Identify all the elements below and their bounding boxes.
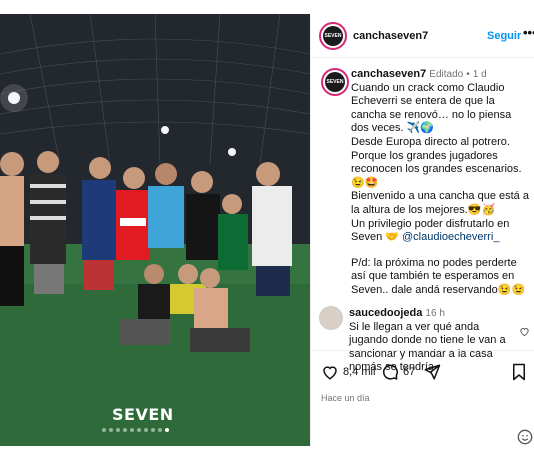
emoji-icon[interactable]: [517, 429, 533, 445]
share-icon[interactable]: [423, 363, 441, 381]
post-photo[interactable]: SEVEN: [0, 14, 310, 446]
comment-avatar[interactable]: [319, 306, 343, 330]
edited-label: Editado: [429, 69, 464, 80]
carousel-dot[interactable]: [130, 428, 134, 432]
carousel-dot[interactable]: [165, 428, 169, 432]
comment-action[interactable]: 67: [381, 363, 415, 381]
carousel-dot[interactable]: [102, 428, 106, 432]
header-username[interactable]: canchaseven7: [353, 30, 428, 42]
avatar-logo: SEVEN: [323, 26, 343, 46]
caption-line-1: Cuando un crack como Claudio Echeverri s…: [351, 81, 512, 135]
carousel-dot[interactable]: [123, 428, 127, 432]
post-header: SEVEN canchaseven7 Seguir •••: [311, 14, 534, 58]
comment-like-heart-icon[interactable]: [519, 326, 530, 337]
caption-ps: P/d: la próxima no podes perderte así qu…: [351, 256, 526, 296]
caption: canchaseven7 Editado • 1 d Cuando un cra…: [351, 68, 531, 298]
save-bookmark-icon[interactable]: [511, 363, 527, 381]
post-side-panel: SEVEN canchaseven7 Seguir ••• SEVEN canc…: [310, 14, 534, 446]
caption-avatar-logo: SEVEN: [325, 72, 345, 92]
carousel-dot[interactable]: [116, 428, 120, 432]
more-options-icon[interactable]: •••: [523, 25, 534, 40]
caption-line-3: Porque los grandes jugadores reconocen l…: [351, 149, 522, 189]
carousel-dot[interactable]: [151, 428, 155, 432]
instagram-post: SEVEN SEVEN canchaseven7 Seguir ••• SEVE…: [0, 14, 534, 446]
likes-count: 8,4 mil: [343, 366, 376, 378]
carousel-dot[interactable]: [144, 428, 148, 432]
carousel-dot[interactable]: [137, 428, 141, 432]
carousel-dot[interactable]: [109, 428, 113, 432]
follow-button[interactable]: Seguir: [487, 30, 521, 42]
caption-time: 1 d: [472, 69, 487, 80]
post-time-ago: Hace un día: [321, 393, 370, 403]
seven-logo: SEVEN: [112, 405, 174, 424]
carousel-dots: [102, 428, 169, 432]
mention-link[interactable]: @claudioecheverri_: [402, 231, 499, 243]
team-photo-illustration: [0, 14, 310, 446]
comment-username[interactable]: saucedoojeda: [349, 307, 422, 319]
comments-count: 67: [403, 366, 416, 378]
comment-time: 16 h: [425, 308, 445, 319]
carousel-dot[interactable]: [158, 428, 162, 432]
heart-icon[interactable]: [321, 363, 339, 381]
caption-avatar[interactable]: SEVEN: [321, 68, 349, 96]
caption-username[interactable]: canchaseven7: [351, 68, 426, 80]
avatar[interactable]: SEVEN: [319, 22, 347, 50]
like-action[interactable]: 8,4 mil: [321, 363, 375, 381]
caption-line-4: Bienvenido a una cancha que está a la al…: [351, 190, 529, 216]
caption-line-2: Desde Europa directo al potrero.: [351, 135, 510, 148]
actions-bar: 8,4 mil 67 Hace un día: [311, 350, 534, 446]
comment-icon[interactable]: [381, 363, 399, 381]
